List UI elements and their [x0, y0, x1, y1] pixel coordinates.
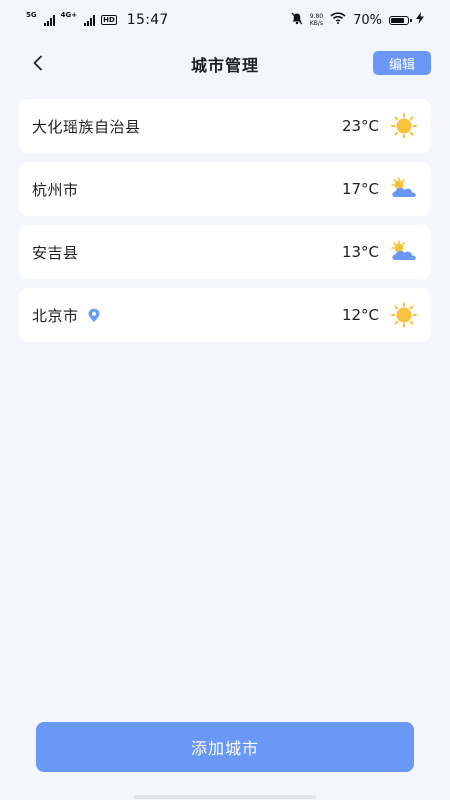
network-speed-value: 9.80	[309, 13, 324, 20]
city-card[interactable]: 安吉县 13°C	[19, 225, 431, 279]
network-speed: 9.80 KB/s	[310, 13, 323, 27]
status-time: 15:47	[126, 12, 169, 28]
home-indicator[interactable]	[134, 795, 316, 799]
network-label-4g: 4G+	[60, 11, 78, 19]
city-temperature: 17°C	[341, 180, 379, 198]
network-speed-unit: KB/s	[309, 20, 324, 27]
battery-percent: 70%	[353, 12, 382, 28]
signal-strength-icon	[43, 14, 55, 26]
add-city-button[interactable]: 添加城市	[36, 722, 414, 772]
city-name: 北京市	[32, 306, 79, 325]
wifi-icon	[330, 12, 346, 28]
status-bar-left: 5G 4G+ HD 15:47	[26, 11, 169, 29]
city-name: 安吉县	[32, 243, 79, 262]
header: 城市管理 编辑	[0, 40, 450, 86]
status-bar: 5G 4G+ HD 15:47 9.80 KB/s 70%	[0, 0, 450, 40]
city-name: 杭州市	[32, 180, 79, 199]
sun-icon	[389, 302, 419, 328]
edit-button[interactable]: 编辑	[373, 51, 431, 75]
city-name: 大化瑶族自治县	[32, 117, 141, 136]
city-card[interactable]: 杭州市 17°C	[19, 162, 431, 216]
battery-icon	[389, 15, 412, 25]
city-card[interactable]: 北京市 12°C	[19, 288, 431, 342]
signal-strength-icon	[84, 14, 96, 26]
charging-bolt-icon	[416, 12, 424, 28]
location-pin-icon	[87, 308, 101, 323]
network-label-5g: 5G	[26, 11, 37, 19]
status-bar-right: 9.80 KB/s 70%	[291, 12, 424, 29]
mute-bell-icon	[291, 12, 303, 29]
city-temperature: 12°C	[341, 306, 379, 324]
battery-fill	[391, 17, 404, 23]
city-temperature: 13°C	[341, 243, 379, 261]
hd-badge: HD	[101, 15, 117, 25]
sun-icon	[389, 113, 419, 139]
partly-cloudy-icon	[389, 176, 419, 202]
partly-cloudy-icon	[389, 239, 419, 265]
city-card[interactable]: 大化瑶族自治县 23°C	[19, 99, 431, 153]
city-list: 大化瑶族自治县 23°C 杭州市 17°C 安吉县 13°C 北京市 12°C	[19, 99, 431, 351]
city-temperature: 23°C	[341, 117, 379, 135]
